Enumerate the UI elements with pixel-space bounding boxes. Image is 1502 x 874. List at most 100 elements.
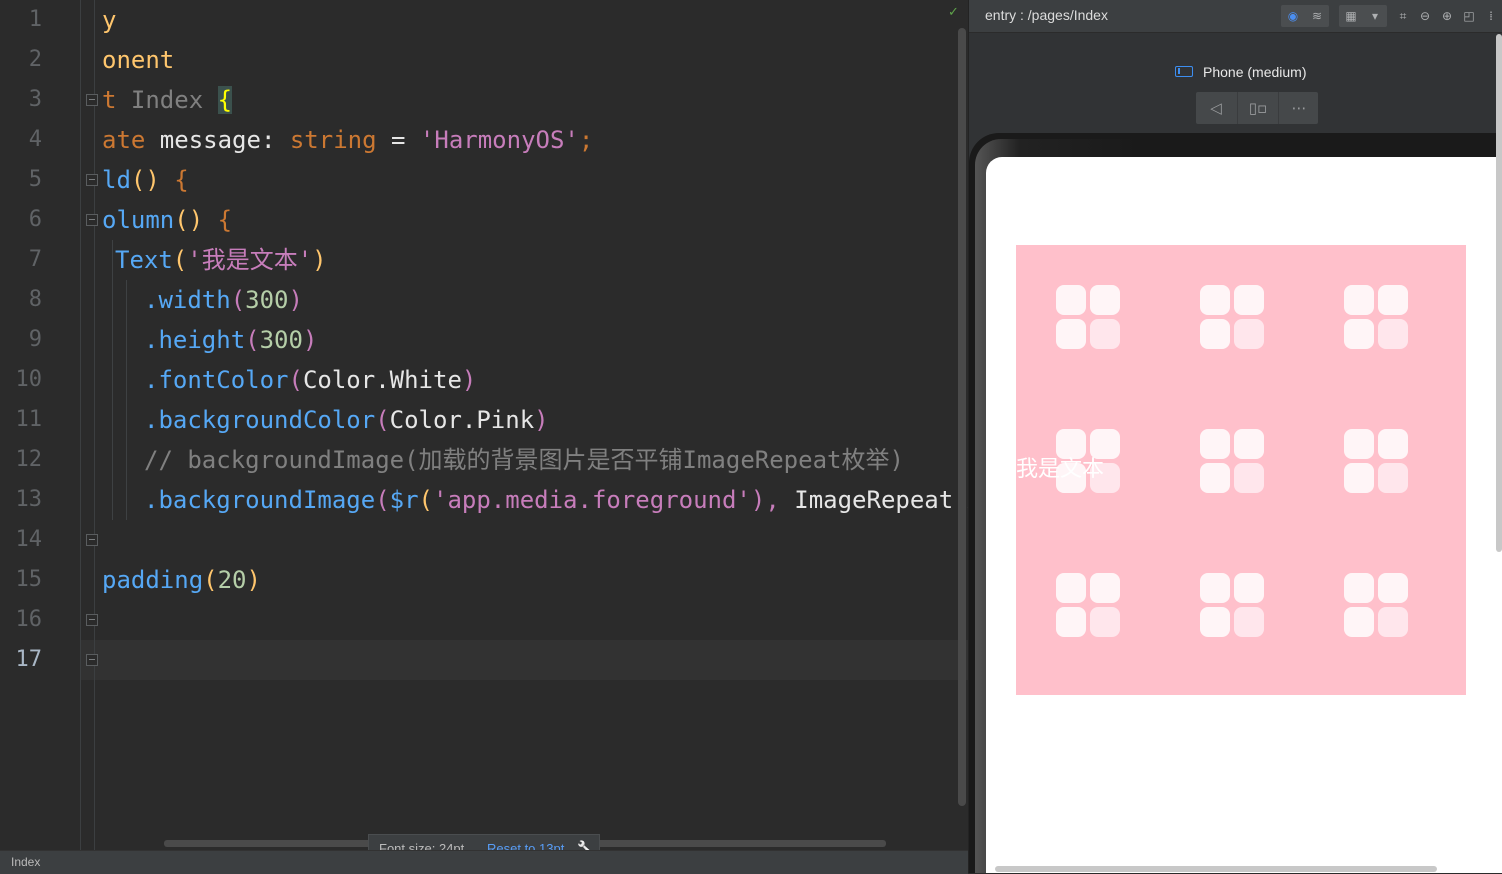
code-token: ( (419, 486, 433, 514)
code-token: message (160, 126, 261, 154)
line-number: 3 (0, 80, 42, 120)
layers-icon[interactable]: ≋ (1307, 5, 1327, 27)
code-token: . (462, 406, 476, 434)
code-line[interactable]: .height(300) (144, 320, 317, 360)
line-number: 16 (0, 600, 42, 640)
fold-column (80, 0, 95, 850)
code-line[interactable]: ate message: string = 'HarmonyOS'; (102, 120, 593, 160)
code-token: 20 (218, 566, 247, 594)
back-icon[interactable]: ◁ (1196, 92, 1236, 124)
code-line[interactable]: y (102, 0, 116, 40)
code-token: Index (131, 86, 218, 114)
fold-marker[interactable] (86, 214, 98, 226)
code-token: ) (247, 566, 261, 594)
code-token: $r (390, 486, 419, 514)
code-token: ate (102, 126, 160, 154)
previewer-vertical-scrollbar[interactable] (1496, 34, 1502, 552)
code-token: ( (231, 286, 245, 314)
foreground-image-tile (1056, 573, 1120, 637)
code-line[interactable]: olumn() { (102, 200, 232, 240)
code-line[interactable]: .fontColor(Color.White) (144, 360, 476, 400)
code-token: { (174, 166, 188, 194)
code-token: () (131, 166, 174, 194)
code-line[interactable]: .width(300) (144, 280, 303, 320)
code-token: ; (579, 126, 593, 154)
fold-marker[interactable] (86, 654, 98, 666)
code-token: Pink (476, 406, 534, 434)
code-line[interactable]: // backgroundImage(加载的背景图片是否平铺ImageRepea… (144, 440, 904, 480)
text-content: 我是文本 (1016, 455, 1104, 485)
more-icon[interactable]: ⋯ (1278, 92, 1319, 124)
code-token: ( (375, 486, 389, 514)
code-line[interactable]: Text('我是文本') (115, 240, 327, 280)
line-number: 8 (0, 280, 42, 320)
grid-icon[interactable]: ▦ (1341, 5, 1361, 27)
code-token: onent (102, 46, 174, 74)
code-token: ) (312, 246, 326, 274)
inspector-icon[interactable]: ◉ (1283, 5, 1303, 27)
zoom-out-icon[interactable]: ⊖ (1415, 5, 1435, 27)
code-token: ImageRepeat (794, 486, 953, 514)
code-line[interactable]: ld() { (102, 160, 189, 200)
code-token: 'HarmonyOS' (420, 126, 579, 154)
rotate-icon[interactable]: ▯▫ (1237, 92, 1278, 124)
code-line[interactable]: onent (102, 40, 174, 80)
previewer-page-path: entry : /pages/Index (985, 7, 1108, 23)
code-token: ) (303, 326, 317, 354)
code-token: string (290, 126, 377, 154)
foreground-image-tile (1200, 573, 1264, 637)
editor-vertical-scrollbar[interactable] (958, 28, 966, 806)
code-token: padding (102, 566, 203, 594)
line-number: 15 (0, 560, 42, 600)
code-token: .width (144, 286, 231, 314)
foreground-image-tile (1200, 429, 1264, 493)
fold-marker[interactable] (86, 614, 98, 626)
current-line-highlight (0, 640, 968, 680)
crop-icon[interactable]: ⌗ (1393, 5, 1413, 27)
line-number: 10 (0, 360, 42, 400)
previewer-panel: entry : /pages/Index ◉ ≋ ▦ ▾ ⌗ ⊖ ⊕ ◰ ⁞ P… (968, 0, 1502, 873)
fold-marker[interactable] (86, 94, 98, 106)
zoom-in-icon[interactable]: ⊕ (1437, 5, 1457, 27)
code-token: { (218, 86, 232, 114)
code-token: y (102, 6, 116, 34)
fold-marker[interactable] (86, 174, 98, 186)
indent-guide (112, 240, 113, 520)
code-line[interactable]: t Index { (102, 80, 232, 120)
line-number: 11 (0, 400, 42, 440)
code-token: ) (289, 286, 303, 314)
code-token: 300 (245, 286, 288, 314)
device-screen[interactable]: 我是文本 (986, 157, 1502, 873)
code-token: .fontColor (144, 366, 289, 394)
code-editor[interactable]: 1 2 3 4 5 6 7 8 9 10 11 12 13 14 15 16 1… (0, 0, 968, 850)
line-number: 12 (0, 440, 42, 480)
code-line[interactable]: padding(20) (102, 560, 261, 600)
line-number: 4 (0, 120, 42, 160)
code-token: Color (303, 366, 375, 394)
code-token: ( (245, 326, 259, 354)
previewer-horizontal-scrollbar[interactable] (995, 866, 1437, 872)
code-token: Color (390, 406, 462, 434)
actual-size-icon[interactable]: ⁞ (1481, 5, 1501, 27)
code-token: . (375, 366, 389, 394)
code-token: 'app.media.foreground' (433, 486, 751, 514)
code-token: ) (534, 406, 548, 434)
device-name[interactable]: Phone (medium) (1203, 62, 1307, 82)
foreground-image-tile (1200, 285, 1264, 349)
status-bar: Index (0, 850, 968, 874)
line-number-current: 17 (0, 640, 42, 680)
code-token: '我是文本' (187, 246, 312, 274)
foreground-image-tile (1056, 285, 1120, 349)
code-token: ( (375, 406, 389, 434)
code-line[interactable]: .backgroundColor(Color.Pink) (144, 400, 549, 440)
line-number: 5 (0, 160, 42, 200)
chevron-down-icon[interactable]: ▾ (1365, 5, 1385, 27)
foreground-image-tile (1344, 429, 1408, 493)
line-number: 13 (0, 480, 42, 520)
fold-marker[interactable] (86, 534, 98, 546)
code-line[interactable]: .backgroundImage($r('app.media.foregroun… (144, 480, 968, 520)
code-token: 300 (260, 326, 303, 354)
fit-screen-icon[interactable]: ◰ (1459, 5, 1479, 27)
text-component[interactable]: 我是文本 (1016, 245, 1466, 695)
code-token: ( (173, 246, 187, 274)
